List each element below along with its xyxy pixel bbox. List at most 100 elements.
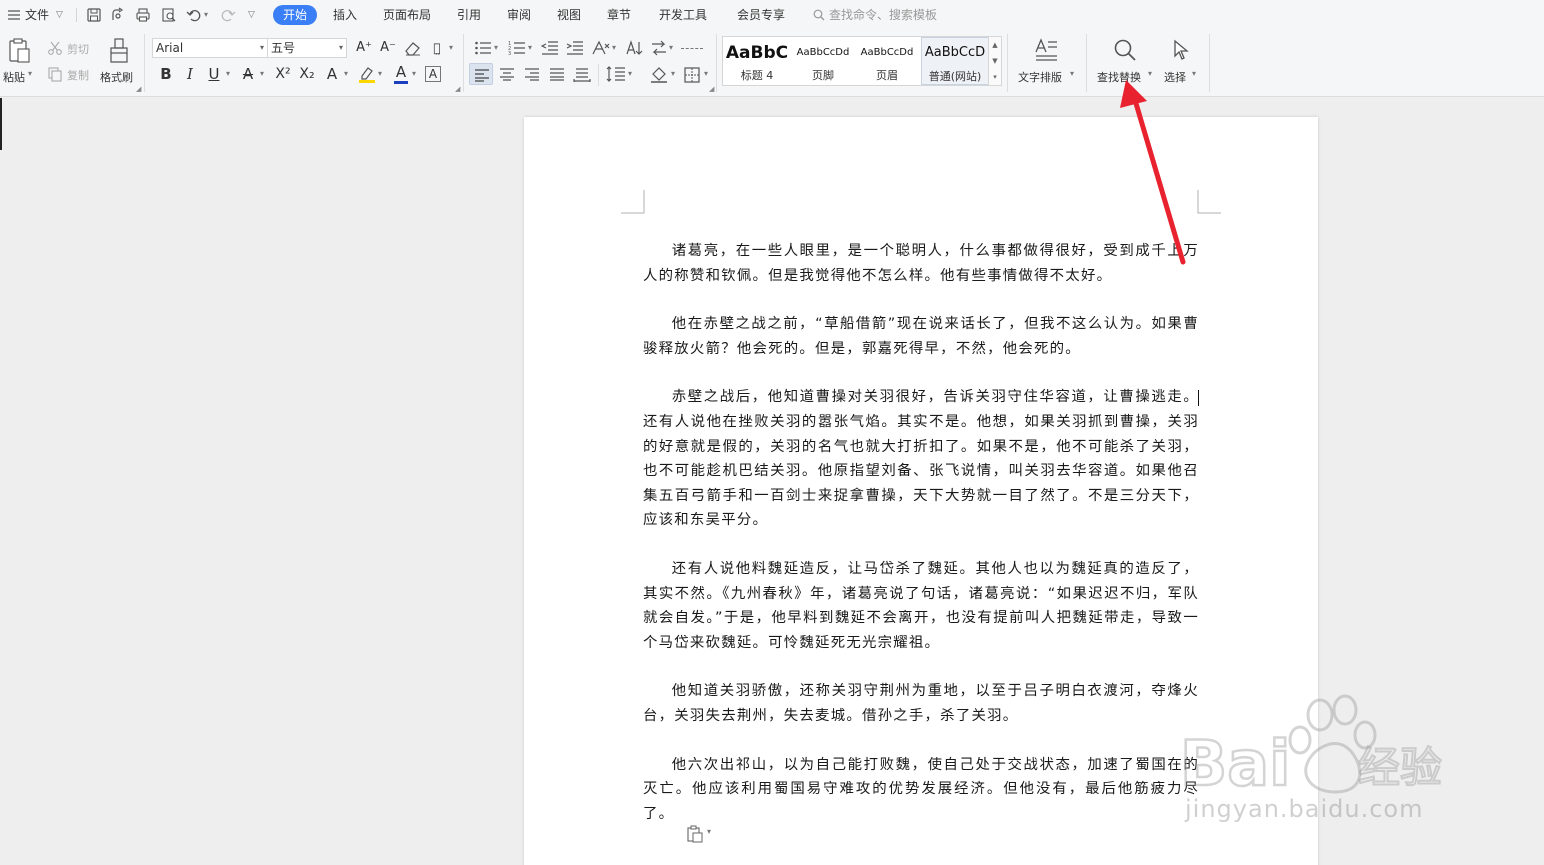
- font-name-select[interactable]: Arial ▾: [152, 38, 268, 58]
- chinese-layout-icon[interactable]: [591, 40, 611, 56]
- style-preview: AaBbCcDd: [860, 47, 914, 58]
- show-hide-marks-icon[interactable]: [650, 40, 668, 56]
- bullet-list-icon[interactable]: [474, 40, 492, 56]
- phonetic-dropdown-icon[interactable]: ▾: [449, 43, 453, 52]
- print-preview-icon[interactable]: [161, 7, 177, 23]
- text-effect-button[interactable]: A: [322, 64, 342, 84]
- redo-icon[interactable]: [220, 7, 236, 23]
- text-layout-icon: [1035, 38, 1057, 61]
- paragraph-text: 赤壁之战后，他知道曹操对关羽很好，告诉关羽守住华容道，让曹操逃走。还有人说他在挫…: [643, 389, 1199, 529]
- clear-format-eraser-icon[interactable]: [404, 40, 422, 56]
- save-icon[interactable]: [86, 7, 102, 23]
- sort-icon[interactable]: [625, 40, 643, 56]
- tab-developer[interactable]: 开发工具: [659, 0, 707, 30]
- marks-dropdown-icon[interactable]: ▾: [669, 43, 673, 52]
- font-size-value: 五号: [271, 41, 296, 55]
- file-menu-chevron-icon[interactable]: ▽: [56, 0, 63, 30]
- distributed-align-icon[interactable]: [573, 66, 591, 82]
- numbered-list-icon[interactable]: 123: [508, 40, 526, 56]
- line-spacing-dropdown-icon[interactable]: ▾: [628, 69, 632, 78]
- shading-icon[interactable]: [649, 66, 669, 83]
- clipboard-launcher-icon[interactable]: ◢: [136, 85, 141, 93]
- menu-bar: 文件 ▽ ▾ ▽ 开始 插入 页面布局 引用 审阅 视图 章节 开发工具 会员专…: [0, 0, 1544, 30]
- bullet-dropdown-icon[interactable]: ▾: [494, 43, 498, 52]
- style-normal-web[interactable]: AaBbCcD 普通(网站): [921, 37, 989, 85]
- numbered-dropdown-icon[interactable]: ▾: [528, 43, 532, 52]
- font-color-button[interactable]: A: [391, 62, 411, 82]
- shading-dropdown-icon[interactable]: ▾: [671, 69, 675, 78]
- ribbon-separator: [716, 34, 717, 92]
- highlight-dropdown-icon[interactable]: ▾: [378, 69, 382, 78]
- increase-indent-icon[interactable]: [566, 40, 584, 56]
- char-border-button[interactable]: A: [425, 66, 441, 82]
- phonetic-guide-button[interactable]: 变̤: [427, 38, 447, 58]
- tab-references[interactable]: 引用: [457, 0, 481, 30]
- highlight-icon[interactable]: [358, 65, 376, 83]
- ribbon-separator: [598, 64, 599, 86]
- borders-icon[interactable]: [684, 67, 700, 83]
- tab-member[interactable]: 会员专享: [737, 0, 785, 30]
- borders-dropdown-icon[interactable]: ▾: [704, 69, 708, 78]
- gallery-expand-icon[interactable]: ▾: [989, 69, 1001, 85]
- strikethrough-dropdown-icon[interactable]: ▾: [260, 69, 264, 78]
- watermark-url: jingyan.baidu.com: [1185, 795, 1424, 823]
- font-size-select[interactable]: 五号 ▾: [267, 38, 347, 58]
- format-painter-label: 格式刷: [100, 71, 133, 84]
- superscript-button[interactable]: X²: [273, 64, 293, 84]
- document-body[interactable]: 诸葛亮，在一些人眼里，是一个聪明人，什么事都做得很好，受到成千上万人的称赞和钦佩…: [643, 239, 1199, 850]
- tab-view[interactable]: 视图: [557, 0, 581, 30]
- paragraph-launcher-icon[interactable]: ◢: [709, 85, 714, 93]
- gallery-up-icon[interactable]: ▲: [989, 37, 1001, 53]
- underline-button[interactable]: U: [204, 64, 224, 84]
- gallery-down-icon[interactable]: ▼: [989, 53, 1001, 69]
- scissors-icon: [48, 41, 62, 55]
- print-icon[interactable]: [135, 7, 151, 23]
- cut-label: 剪切: [67, 43, 89, 56]
- style-footer[interactable]: AaBbCcDd 页脚: [791, 37, 855, 85]
- cursor-pointer-icon: [1174, 39, 1189, 60]
- bold-button[interactable]: B: [156, 64, 176, 84]
- align-right-icon[interactable]: [524, 67, 540, 81]
- strikethrough-button[interactable]: A: [238, 64, 258, 84]
- file-menu[interactable]: 文件: [25, 0, 49, 30]
- font-color-dropdown-icon[interactable]: ▾: [412, 69, 416, 78]
- format-painter-icon: [110, 38, 128, 63]
- style-header[interactable]: AaBbCcDd 页眉: [855, 37, 919, 85]
- grow-font-button[interactable]: A⁺: [354, 38, 374, 58]
- text-effect-dropdown-icon[interactable]: ▾: [344, 69, 348, 78]
- paragraph: 诸葛亮，在一些人眼里，是一个聪明人，什么事都做得很好，受到成千上万人的称赞和钦佩…: [643, 243, 1199, 284]
- hamburger-menu-icon[interactable]: [6, 7, 22, 23]
- ribbon-separator: [463, 34, 464, 92]
- tab-start[interactable]: 开始: [273, 5, 317, 25]
- style-name: 普通(网站): [928, 70, 982, 83]
- tab-stop-icon[interactable]: [681, 48, 703, 49]
- tab-page-layout[interactable]: 页面布局: [383, 0, 431, 30]
- justify-icon[interactable]: [549, 67, 565, 81]
- export-icon[interactable]: [110, 7, 126, 23]
- shrink-font-button[interactable]: A⁻: [378, 38, 398, 58]
- paste-dropdown-icon: ▾: [28, 69, 33, 78]
- text-layout-label: 文字排版: [1018, 71, 1062, 84]
- select-dropdown-icon: ▾: [1192, 69, 1197, 78]
- tab-insert[interactable]: 插入: [333, 0, 357, 30]
- font-name-value: Arial: [156, 41, 184, 55]
- paste-options-button[interactable]: ▾: [686, 823, 716, 843]
- subscript-button[interactable]: X₂: [297, 64, 317, 84]
- undo-icon[interactable]: [186, 7, 202, 23]
- align-left-button[interactable]: [469, 63, 493, 85]
- line-spacing-icon[interactable]: [606, 66, 626, 82]
- align-center-icon[interactable]: [499, 67, 515, 81]
- chinese-layout-dropdown-icon[interactable]: ▾: [612, 43, 616, 52]
- tab-chapter[interactable]: 章节: [607, 0, 631, 30]
- select-label: 选择: [1164, 71, 1186, 84]
- font-name-dropdown-icon: ▾: [259, 43, 264, 52]
- undo-dropdown-icon[interactable]: ▾: [204, 0, 208, 30]
- style-heading4[interactable]: AaBbC 标题 4: [723, 37, 791, 85]
- decrease-indent-icon[interactable]: [541, 40, 559, 56]
- quick-access-more-icon[interactable]: ▽: [248, 0, 255, 30]
- tab-review[interactable]: 审阅: [507, 0, 531, 30]
- italic-button[interactable]: I: [180, 64, 200, 84]
- underline-dropdown-icon[interactable]: ▾: [226, 69, 230, 78]
- style-gallery-scroll[interactable]: ▲ ▼ ▾: [988, 36, 1002, 86]
- font-launcher-icon[interactable]: ◢: [455, 85, 460, 93]
